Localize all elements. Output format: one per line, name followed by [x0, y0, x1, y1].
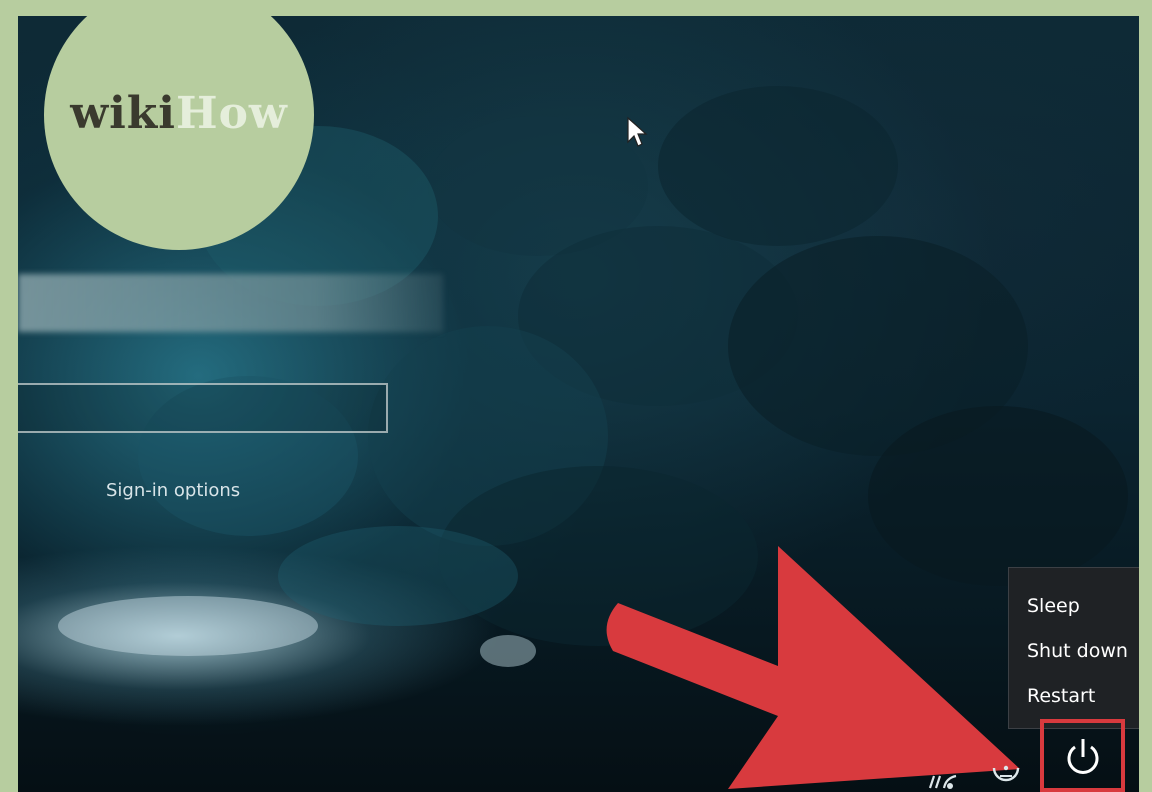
password-field[interactable] — [18, 383, 388, 433]
power-menu: Sleep Shut down Restart — [1008, 567, 1139, 729]
menu-item-shut-down[interactable]: Shut down — [1027, 640, 1128, 662]
logo-how-text: How — [176, 88, 288, 139]
sign-in-options-link[interactable]: Sign-in options — [106, 480, 240, 501]
ease-of-access-icon[interactable] — [986, 760, 1026, 792]
lock-screen-background: wikiHow Sign-in options Sleep Shut down … — [18, 16, 1139, 792]
power-button[interactable] — [1040, 719, 1125, 792]
menu-item-restart[interactable]: Restart — [1027, 685, 1095, 707]
blurred-username — [18, 274, 443, 332]
mouse-cursor-icon — [627, 116, 648, 147]
red-arrow-annotation — [606, 546, 1020, 789]
power-icon — [1067, 739, 1099, 774]
logo-wiki-text: wiki — [70, 88, 176, 139]
wikihow-logo-text: wikiHow — [44, 88, 314, 139]
menu-item-sleep[interactable]: Sleep — [1027, 595, 1080, 617]
network-icon[interactable] — [926, 768, 962, 792]
